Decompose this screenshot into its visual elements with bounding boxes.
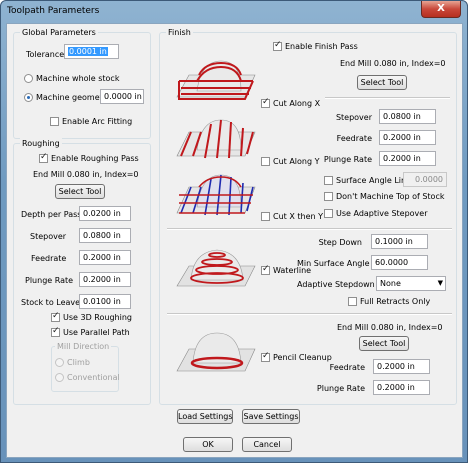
stock-to-leave-input[interactable]: 0.0100 in	[79, 294, 131, 309]
enable-finish-checkbox[interactable]	[273, 40, 282, 51]
use-adaptive-stepover-label[interactable]: Use Adaptive Stepover	[336, 208, 428, 219]
roughing-select-tool-button[interactable]: Select Tool	[55, 184, 105, 199]
enable-roughing-label[interactable]: Enable Roughing Pass	[51, 153, 139, 164]
pencil-feedrate-input[interactable]: 0.2000 in	[373, 359, 430, 374]
pencil-feedrate-label: Feedrate	[329, 363, 365, 372]
cut-along-x-icon	[176, 60, 256, 100]
finish-plunge-rate-input[interactable]: 0.2000 in	[379, 151, 436, 166]
roughing-stepover-label: Stepover	[30, 232, 67, 241]
cut-x-then-y-icon	[176, 174, 256, 216]
conventional-label: Conventional	[67, 373, 120, 382]
pencil-tool-description: End Mill 0.080 in, Index=0	[337, 323, 443, 332]
arc-fitting-checkbox[interactable]	[50, 117, 59, 126]
cut-x-then-y-checkbox[interactable]	[261, 212, 270, 221]
roughing-title: Roughing	[20, 138, 62, 149]
pencil-plunge-rate-input[interactable]: 0.2000 in	[373, 380, 430, 395]
cancel-button[interactable]: Cancel	[242, 437, 292, 452]
dont-machine-top-checkbox[interactable]	[324, 192, 333, 201]
stock-to-leave-label: Stock to Leave	[21, 298, 81, 307]
depth-per-pass-input[interactable]: 0.0200 in	[79, 206, 131, 221]
roughing-stepover-input[interactable]: 0.0800 in	[79, 228, 131, 243]
surface-angle-limit-checkbox[interactable]	[324, 176, 333, 185]
machine-geometry-radio[interactable]	[24, 93, 33, 102]
use-parallel-path-label[interactable]: Use Parallel Path	[63, 327, 130, 338]
cut-along-y-checkbox[interactable]	[261, 157, 270, 166]
finish-plunge-rate-label: Plunge Rate	[323, 155, 372, 164]
use-adaptive-stepover-checkbox[interactable]	[324, 209, 333, 218]
global-parameters-title: Global Parameters	[20, 27, 98, 38]
cut-along-y-icon	[176, 119, 256, 159]
full-retracts-checkbox[interactable]	[348, 297, 357, 306]
roughing-plunge-rate-input[interactable]: 0.2000 in	[79, 272, 131, 287]
finish-feedrate-label: Feedrate	[336, 134, 372, 143]
pencil-plunge-rate-label: Plunge Rate	[316, 384, 365, 393]
arc-fitting-label[interactable]: Enable Arc Fitting	[62, 116, 132, 127]
waterline-checkbox[interactable]	[261, 264, 270, 275]
use-parallel-path-checkbox[interactable]	[51, 326, 60, 337]
step-down-input[interactable]: 0.1000 in	[371, 234, 428, 249]
finish-separator-2	[167, 228, 452, 230]
adaptive-stepdown-select[interactable]: None ▼	[376, 276, 446, 291]
roughing-feedrate-label: Feedrate	[31, 254, 67, 263]
dialog-client: Global Parameters Tolerance 0.0001 in Ma…	[6, 23, 463, 458]
use-3d-roughing-label[interactable]: Use 3D Roughing	[63, 312, 132, 323]
waterline-icon	[176, 249, 256, 287]
climb-radio[interactable]	[55, 358, 64, 367]
cut-x-then-y-label[interactable]: Cut X then Y	[273, 211, 323, 222]
full-retracts-label[interactable]: Full Retracts Only	[360, 296, 430, 307]
save-settings-button[interactable]: Save Settings	[242, 409, 300, 424]
surface-angle-limit-input[interactable]: 0.0000	[403, 172, 447, 187]
roughing-plunge-rate-label: Plunge Rate	[25, 276, 74, 285]
finish-separator-3	[167, 313, 452, 315]
adaptive-stepdown-label: Adaptive Stepdown	[297, 280, 375, 289]
climb-label: Climb	[67, 358, 90, 367]
finish-separator-1	[325, 97, 450, 99]
enable-finish-label[interactable]: Enable Finish Pass	[285, 41, 358, 52]
finish-tool-description: End Mill 0.080 in, Index=0	[340, 59, 446, 68]
close-button[interactable]: X	[421, 1, 461, 18]
chevron-down-icon: ▼	[437, 279, 443, 287]
dont-machine-top-label[interactable]: Don't Machine Top of Stock	[336, 191, 444, 202]
conventional-radio[interactable]	[55, 373, 64, 382]
enable-roughing-checkbox[interactable]	[39, 152, 48, 163]
adaptive-stepdown-value: None	[380, 279, 401, 288]
ok-button[interactable]: OK	[183, 437, 233, 452]
finish-stepover-label: Stepover	[335, 113, 372, 122]
pencil-select-tool-button[interactable]: Select Tool	[359, 336, 409, 351]
mill-direction-title: Mill Direction	[55, 341, 112, 352]
tolerance-label: Tolerance	[26, 50, 65, 59]
machine-whole-stock-label[interactable]: Machine whole stock	[36, 73, 119, 84]
roughing-feedrate-input[interactable]: 0.2000 in	[79, 250, 131, 265]
machine-whole-stock-radio[interactable]	[24, 74, 33, 83]
dialog-window: Toolpath Parameters X Global Parameters …	[0, 0, 468, 463]
roughing-tool-description: End Mill 0.080 in, Index=0	[33, 170, 139, 179]
cut-along-x-checkbox[interactable]	[261, 97, 270, 108]
finish-stepover-input[interactable]: 0.0800 in	[379, 109, 436, 124]
step-down-label: Step Down	[318, 238, 362, 247]
mill-direction-group: Mill Direction	[51, 341, 119, 392]
min-surface-angle-label: Min Surface Angle	[297, 259, 370, 268]
pencil-cleanup-icon	[176, 332, 256, 372]
finish-title: Finish	[166, 27, 193, 38]
depth-per-pass-label: Depth per Pass	[21, 210, 82, 219]
tolerance-input[interactable]: 0.0001 in	[64, 44, 119, 59]
pencil-cleanup-checkbox[interactable]	[261, 351, 270, 362]
finish-feedrate-input[interactable]: 0.2000 in	[379, 130, 436, 145]
load-settings-button[interactable]: Load Settings	[177, 409, 233, 424]
cut-along-x-label[interactable]: Cut Along X	[273, 98, 320, 109]
window-title: Toolpath Parameters	[7, 6, 100, 16]
min-surface-angle-input[interactable]: 60.0000	[371, 255, 428, 270]
cut-along-y-label[interactable]: Cut Along Y	[273, 156, 320, 167]
finish-select-tool-button[interactable]: Select Tool	[357, 75, 407, 90]
machine-geometry-input[interactable]: 0.0000 in	[100, 89, 144, 104]
use-3d-roughing-checkbox[interactable]	[51, 311, 60, 322]
